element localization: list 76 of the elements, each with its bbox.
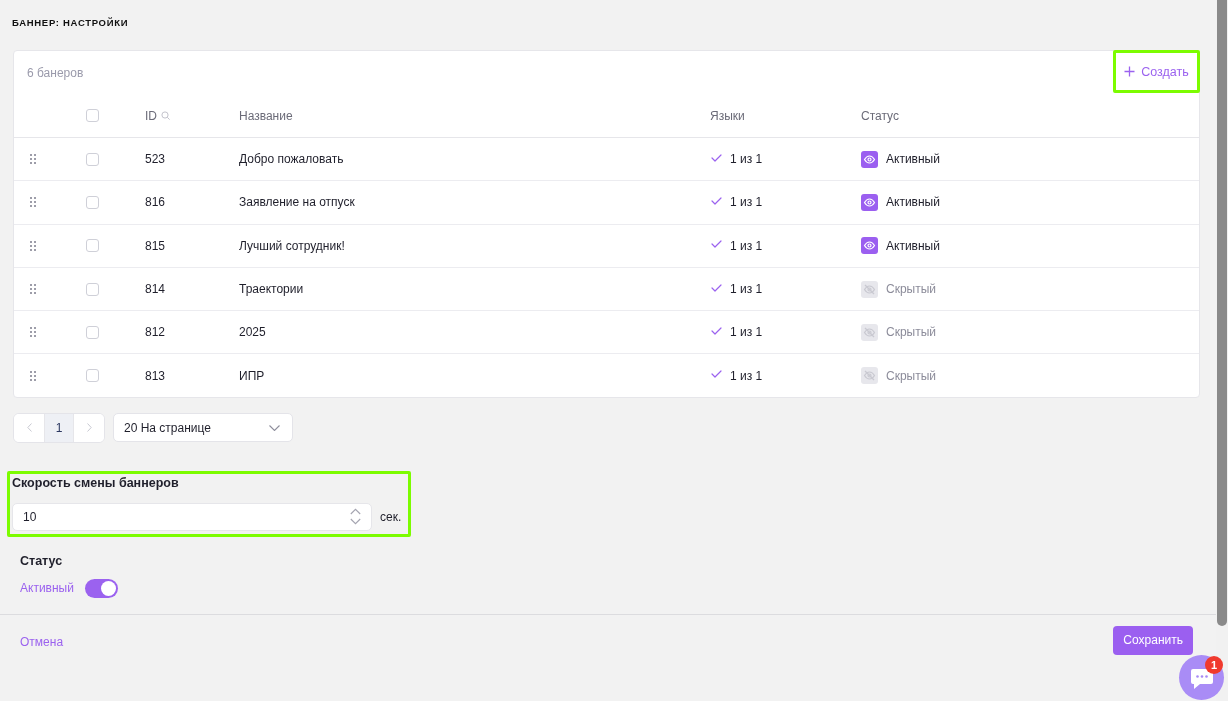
table-cell: 1 из 1 xyxy=(730,325,763,340)
create-button[interactable]: Создать xyxy=(1124,64,1189,79)
select-all-checkbox[interactable] xyxy=(86,109,99,122)
eye-icon xyxy=(861,150,878,168)
drag-handle-icon[interactable] xyxy=(30,154,36,165)
row-checkbox[interactable] xyxy=(86,152,99,166)
table-cell: 1 из 1 xyxy=(730,238,763,253)
plus-icon xyxy=(1124,66,1136,77)
status-text: Активный xyxy=(886,238,940,253)
eye-icon xyxy=(861,237,878,255)
cancel-link[interactable]: Отмена xyxy=(20,634,64,649)
drag-handle-icon[interactable] xyxy=(30,197,36,208)
table-cell: 816 xyxy=(145,195,166,210)
search-icon[interactable] xyxy=(161,111,170,120)
toggle-switch[interactable] xyxy=(84,578,118,598)
table-cell: Траектории xyxy=(239,282,304,297)
row-checkbox[interactable] xyxy=(86,282,99,296)
row-checkbox[interactable] xyxy=(86,195,99,209)
table-cell: Добро пожаловать xyxy=(239,152,344,167)
row-checkbox[interactable] xyxy=(86,239,99,253)
section-title: Статус xyxy=(20,553,63,569)
number-input[interactable]: 10 xyxy=(12,502,372,531)
check-icon xyxy=(711,370,722,379)
spinner-arrows-icon[interactable] xyxy=(350,508,361,526)
table-cell: 1 из 1 xyxy=(730,368,763,383)
table-cell: 1 из 1 xyxy=(730,195,763,210)
column-header[interactable]: ID xyxy=(145,108,157,123)
status-text: Скрытый xyxy=(886,368,937,383)
scrollbar-thumb[interactable] xyxy=(1217,0,1227,626)
chevron-right-icon xyxy=(86,423,92,433)
field-label: Скорость смены баннеров xyxy=(12,475,179,491)
per-page-select[interactable]: 20 На странице xyxy=(113,413,293,443)
drag-handle-icon[interactable] xyxy=(30,240,36,251)
column-header[interactable]: Статус xyxy=(861,108,899,123)
row-checkbox[interactable] xyxy=(86,325,99,339)
table-cell: 813 xyxy=(145,368,166,383)
drag-handle-icon[interactable] xyxy=(30,327,36,338)
status-text: Скрытый xyxy=(886,282,937,297)
chat-icon xyxy=(1189,667,1214,690)
table-cell: 1 из 1 xyxy=(730,282,763,297)
eye-off-icon xyxy=(861,323,878,341)
table-cell: Заявление на отпуск xyxy=(239,195,355,210)
column-header[interactable]: Название xyxy=(239,108,293,123)
check-icon xyxy=(711,326,722,335)
chevron-down-icon xyxy=(269,424,280,431)
table-cell: 815 xyxy=(145,238,166,253)
check-icon xyxy=(711,196,722,205)
table-cell: 1 из 1 xyxy=(730,152,763,167)
check-icon xyxy=(711,240,722,249)
table-cell: 814 xyxy=(145,282,166,297)
status-text: Активный xyxy=(886,152,940,167)
column-header[interactable]: Языки xyxy=(710,108,745,123)
check-icon xyxy=(711,153,722,162)
check-icon xyxy=(711,283,722,292)
unit-label: сек. xyxy=(380,509,402,524)
banner-count: 6 банеров xyxy=(27,66,84,80)
table-cell: 523 xyxy=(145,152,166,167)
page-title: БАННЕР: НАСТРОЙКИ xyxy=(12,17,129,28)
chevron-left-icon xyxy=(26,423,32,433)
table-cell: ИПР xyxy=(239,368,265,383)
chat-button[interactable]: 1 xyxy=(1179,655,1224,700)
table-cell: 2025 xyxy=(239,325,266,340)
status-text: Активный xyxy=(886,195,940,210)
status-text: Скрытый xyxy=(886,325,937,340)
eye-off-icon xyxy=(861,367,878,385)
eye-icon xyxy=(861,193,878,211)
drag-handle-icon[interactable] xyxy=(30,370,36,381)
save-button[interactable]: Сохранить xyxy=(1113,625,1193,655)
table-cell: 812 xyxy=(145,325,166,340)
eye-off-icon xyxy=(861,280,878,298)
table-cell: Лучший сотрудник! xyxy=(239,238,345,253)
row-checkbox[interactable] xyxy=(86,369,99,383)
drag-handle-icon[interactable] xyxy=(30,284,36,295)
toggle-label: Активный xyxy=(20,581,74,596)
notification-count-badge: 1 xyxy=(1205,656,1223,674)
page-button[interactable]: 1 xyxy=(44,413,74,442)
